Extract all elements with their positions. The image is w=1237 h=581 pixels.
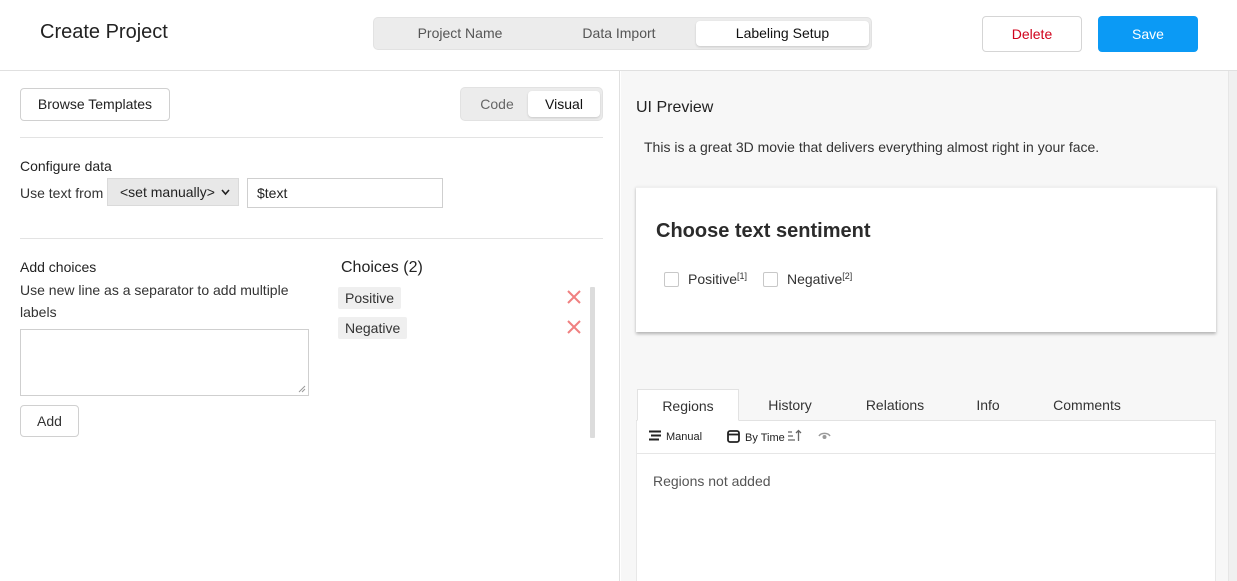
visibility-icon[interactable] (818, 430, 831, 442)
step-data-import[interactable]: Data Import (539, 21, 699, 46)
chevron-down-icon (220, 179, 231, 215)
step-switcher: Project Name Data Import Labeling Setup (373, 17, 872, 50)
use-text-from-label: Use text from (20, 185, 104, 201)
manual-order-button[interactable]: Manual (649, 430, 702, 443)
data-source-select[interactable]: <set manually> (107, 178, 239, 206)
page-title: Create Project (40, 21, 168, 43)
choice-item: Positive (338, 287, 402, 309)
regions-empty-state: Regions not added (653, 473, 771, 489)
list-icon (649, 430, 661, 441)
tab-comments[interactable]: Comments (1045, 389, 1129, 421)
code-view-tab[interactable]: Code (465, 91, 529, 117)
add-choices-hint: Use new line as a separator to add multi… (20, 282, 289, 320)
add-choices-heading: Add choices (20, 259, 97, 275)
preview-scrollbar[interactable] (1228, 71, 1237, 581)
positive-checkbox[interactable] (664, 272, 679, 287)
browse-templates-button[interactable]: Browse Templates (20, 88, 170, 121)
tab-relations[interactable]: Relations (855, 389, 935, 421)
divider (20, 137, 603, 138)
regions-toolbar: Manual By Time (637, 421, 1215, 454)
hotkey-hint: [2] (842, 271, 853, 281)
tab-info[interactable]: Info (966, 389, 1010, 421)
ui-preview-heading: UI Preview (636, 99, 714, 116)
close-icon[interactable] (566, 319, 582, 335)
close-icon[interactable] (566, 289, 582, 305)
negative-checkbox[interactable] (763, 272, 778, 287)
add-choice-button[interactable]: Add (20, 405, 79, 437)
step-labeling-setup[interactable]: Labeling Setup (696, 21, 869, 46)
positive-option-label[interactable]: Positive[1] (688, 271, 747, 287)
choices-heading: Choices (2) (341, 259, 423, 276)
hotkey-hint: [1] (737, 271, 748, 281)
configure-data-heading: Configure data (20, 158, 112, 174)
choices-textarea[interactable] (20, 329, 309, 396)
delete-button[interactable]: Delete (982, 16, 1082, 52)
tab-regions[interactable]: Regions (637, 389, 739, 421)
save-button[interactable]: Save (1098, 16, 1198, 52)
by-time-order-button[interactable]: By Time (727, 430, 785, 444)
divider (20, 238, 603, 239)
top-bar: Create Project Project Name Data Import … (0, 0, 1237, 71)
calendar-icon (727, 430, 740, 443)
view-toggle: Code Visual (460, 87, 603, 121)
text-variable-input[interactable]: $text (247, 178, 443, 208)
tab-history[interactable]: History (754, 389, 826, 421)
step-project-name[interactable]: Project Name (380, 21, 540, 46)
visual-view-tab[interactable]: Visual (528, 91, 600, 117)
annotation-tabs: Regions History Relations Info Comments (636, 389, 1216, 421)
sort-ascending-icon[interactable] (787, 429, 802, 442)
card-title: Choose text sentiment (656, 220, 871, 242)
labeling-card: Choose text sentiment Positive[1] Negati… (636, 186, 1216, 332)
choice-item: Negative (338, 317, 408, 339)
config-panel: Browse Templates Code Visual Configure d… (0, 71, 620, 581)
sample-text: This is a great 3D movie that delivers e… (644, 139, 1100, 155)
data-source-select-value: <set manually> (120, 184, 215, 200)
choices-scrollbar[interactable] (590, 287, 595, 438)
regions-panel: Manual By Time Regions not added (636, 421, 1216, 581)
negative-option-label[interactable]: Negative[2] (787, 271, 852, 287)
resize-handle-icon[interactable] (298, 385, 306, 393)
